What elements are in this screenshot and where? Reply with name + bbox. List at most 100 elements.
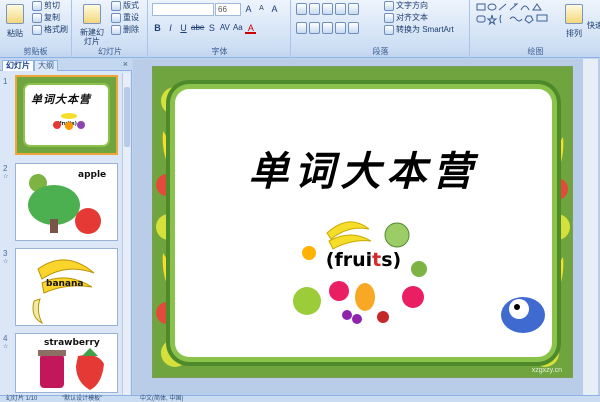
status-bar: 幻灯片 1/10 "默认设计模板" 中文(简体, 中国) (0, 395, 600, 402)
columns-icon[interactable] (348, 22, 359, 34)
arrange-label: 排列 (566, 29, 582, 38)
mascot-eye-icon (514, 304, 520, 310)
layout-label: 版式 (123, 1, 139, 10)
delete-label: 删除 (123, 25, 139, 34)
grape-icon (77, 121, 85, 129)
shrink-font-button[interactable]: A (256, 3, 267, 15)
paragraph-group-label: 段落 (292, 46, 469, 57)
font-size-buttons: A A A (243, 3, 280, 15)
increase-indent-icon[interactable] (335, 3, 346, 15)
clear-format-button[interactable]: A (269, 3, 280, 15)
pentagon-shape-icon (524, 15, 534, 24)
format-painter-button[interactable]: 格式刷 (32, 24, 68, 35)
italic-button[interactable]: I (165, 22, 176, 34)
jar-lid-icon (38, 350, 66, 356)
paste-button[interactable]: 粘贴 (3, 4, 27, 39)
close-pane-icon[interactable]: × (123, 59, 128, 69)
align-center-icon[interactable] (309, 22, 320, 34)
paste-icon (6, 4, 24, 24)
pineapple-icon (355, 283, 375, 311)
reset-button[interactable]: 重设 (111, 12, 139, 23)
align-text-label: 对齐文本 (396, 13, 428, 22)
numbering-icon[interactable] (309, 3, 320, 15)
char-spacing-button[interactable]: AV (219, 22, 230, 34)
smartart-button[interactable]: 转换为 SmartArt (384, 24, 454, 35)
font-name-combo[interactable] (152, 3, 214, 16)
peeled-banana-icon (32, 298, 44, 325)
bold-button[interactable]: B (152, 22, 163, 34)
quick-styles-label: 快速 (587, 21, 600, 30)
arrow-shape-icon (509, 3, 519, 11)
scissors-icon (32, 0, 42, 11)
layout-button[interactable]: 版式 (111, 0, 139, 11)
underline-button[interactable]: U (178, 22, 189, 34)
brace-shape-icon (499, 14, 502, 24)
delete-slide-button[interactable]: 删除 (111, 24, 139, 35)
shapes-gallery[interactable] (475, 2, 555, 38)
star-shape-icon (486, 14, 498, 26)
thumbnail-scrollbar[interactable] (122, 73, 130, 395)
bullets-icon[interactable] (296, 3, 307, 15)
delete-icon (111, 24, 121, 35)
dragon-fruit-icon (329, 281, 349, 301)
cartoon-mascot-art (501, 297, 545, 333)
lychee-icon (377, 311, 389, 323)
slide-thumbnail-2[interactable]: apple (15, 163, 118, 241)
slide-thumbnail-3[interactable]: banana (15, 248, 118, 326)
font-group-label: 字体 (149, 46, 290, 57)
triangle-shape-icon (532, 3, 542, 11)
alignment-buttons (296, 22, 359, 34)
copy-button[interactable]: 复制 (32, 12, 60, 23)
slide-subtitle[interactable]: (fruits) (175, 249, 552, 271)
new-slide-label: 新建幻灯片 (80, 28, 104, 46)
slide-title[interactable]: 单词大本营 (175, 139, 552, 197)
font-size-combo[interactable]: 66 (215, 3, 241, 16)
animation-star-icon: ☆ (3, 174, 9, 180)
strikethrough-button[interactable]: abe (191, 22, 204, 34)
slide-thumbnail-1[interactable]: 单词大本营 (fruits) (15, 75, 118, 155)
line-spacing-icon[interactable] (348, 3, 359, 15)
slide-scrollbar[interactable] (582, 59, 598, 395)
animation-star-icon: ☆ (3, 344, 9, 350)
paragraph-group: 文字方向 对齐文本 转换为 SmartArt 段落 (292, 0, 470, 58)
font-color-button[interactable]: A (245, 22, 257, 34)
tab-slides[interactable]: 幻灯片 (2, 60, 34, 71)
slide-thumbnail-4[interactable]: strawberry (15, 333, 118, 393)
theme-status: "默认设计模板" (62, 396, 103, 402)
paste-label: 粘贴 (7, 29, 23, 38)
slide-thumbnail-pane: 幻灯片 大纲 × 1 单词大本营 (fruits) 2 ☆ apple 3 ☆ (0, 59, 132, 395)
subtitle-close: s) (381, 249, 402, 271)
orange-icon (65, 122, 73, 130)
scrollbar-thumb[interactable] (124, 87, 130, 147)
thumb-3-label: banana (46, 279, 84, 289)
arrange-button[interactable]: 排列 (565, 4, 583, 39)
grape-icon (352, 314, 362, 324)
decrease-indent-icon[interactable] (322, 3, 333, 15)
align-text-button[interactable]: 对齐文本 (384, 12, 428, 23)
thumb-4-art (38, 348, 104, 390)
current-slide[interactable]: 单词大本营 (fruits) xzgxzy.cn (152, 66, 573, 378)
change-case-button[interactable]: Aa (232, 22, 243, 34)
new-slide-button[interactable]: 新建幻灯片 (79, 4, 105, 46)
arrange-icon (565, 4, 583, 24)
banana-bunch-icon (37, 259, 95, 280)
grow-font-button[interactable]: A (243, 3, 254, 15)
language-status[interactable]: 中文(简体, 中国) (140, 396, 183, 402)
align-right-icon[interactable] (322, 22, 333, 34)
subtitle-red-letter: t (372, 249, 382, 271)
cut-button[interactable]: 剪切 (32, 0, 60, 11)
cut-label: 剪切 (44, 1, 60, 10)
smartart-icon (384, 24, 394, 35)
justify-icon[interactable] (335, 22, 346, 34)
pitaya-icon (402, 286, 424, 308)
tab-outline[interactable]: 大纲 (34, 60, 58, 71)
align-left-icon[interactable] (296, 22, 307, 34)
animation-star-icon: ☆ (3, 259, 9, 265)
quick-styles-button[interactable]: 快速 (587, 20, 600, 31)
font-format-buttons: B I U abe S AV Aa A (152, 22, 257, 34)
smartart-label: 转换为 SmartArt (396, 25, 454, 34)
jam-jar-icon (40, 354, 64, 388)
banana-icon (61, 113, 77, 119)
shadow-button[interactable]: S (206, 22, 217, 34)
text-direction-button[interactable]: 文字方向 (384, 0, 428, 11)
